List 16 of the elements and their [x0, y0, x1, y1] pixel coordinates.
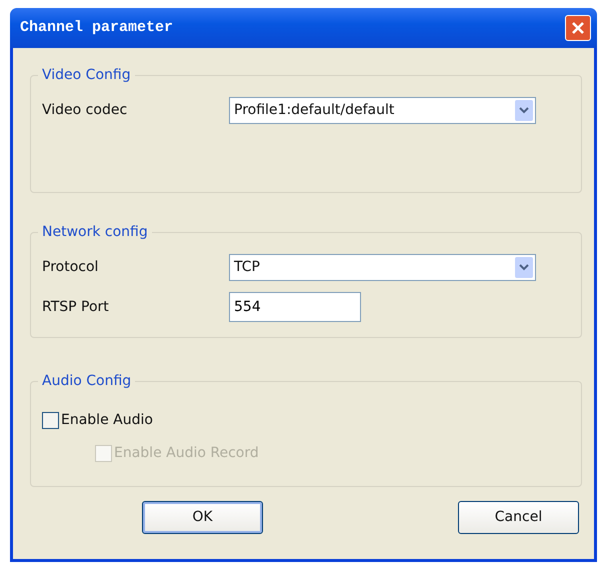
- ok-button[interactable]: OK: [142, 501, 263, 534]
- dropdown-value: Profile1:default/default: [234, 100, 394, 120]
- input-field[interactable]: 554: [229, 292, 361, 322]
- checkbox[interactable]: [42, 412, 59, 429]
- field-label: Video codec: [42, 100, 128, 120]
- dropdown[interactable]: Profile1:default/default: [229, 96, 536, 124]
- close-button[interactable]: [565, 15, 591, 41]
- window-title: Channel parameter: [20, 18, 174, 38]
- field-label: RTSP Port: [42, 298, 110, 316]
- checkbox-label: Enable Audio Record: [114, 444, 259, 463]
- cancel-button[interactable]: Cancel: [458, 501, 579, 534]
- checkbox-label: Enable Audio: [61, 411, 153, 430]
- close-icon[interactable]: [571, 21, 585, 35]
- dropdown[interactable]: TCP: [229, 254, 536, 280]
- field-label: Protocol: [42, 258, 100, 276]
- dropdown-value: TCP: [234, 258, 260, 276]
